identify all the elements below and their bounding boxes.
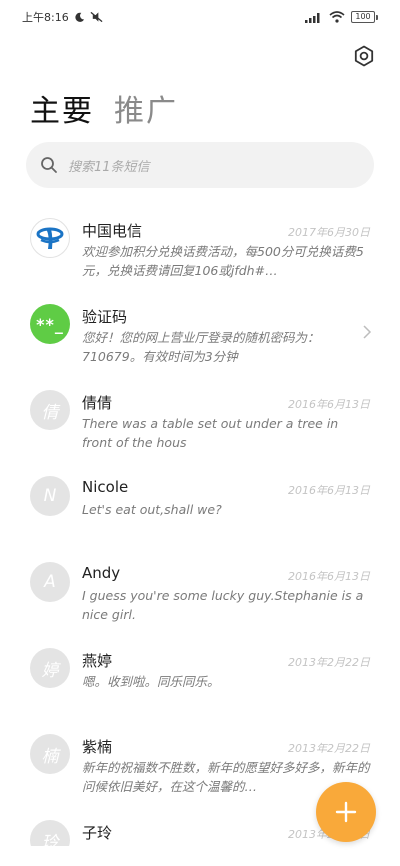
search-input[interactable]: 搜索11条短信 — [26, 142, 374, 188]
contact-name: 燕婷 — [82, 652, 113, 670]
conversation-row[interactable]: 婷 燕婷 2013年2月22日 嗯。收到啦。同乐同乐。 — [0, 634, 400, 720]
avatar: 楠 — [30, 734, 70, 774]
avatar: 玲 — [30, 820, 70, 846]
avatar: **_ — [30, 304, 70, 344]
search-icon — [41, 157, 57, 173]
contact-name: 验证码 — [82, 308, 128, 326]
wifi-icon — [329, 11, 345, 23]
message-date: 2016年6月13日 — [288, 570, 370, 583]
battery-level: 100 — [351, 11, 375, 23]
conversation-row[interactable]: A Andy 2016年6月13日 I guess you're some lu… — [0, 548, 400, 634]
message-preview: There was a table set out under a tree i… — [82, 416, 339, 450]
message-preview: 您好！您的网上营业厅登录的随机密码为：710679。有效时间为3分钟 — [82, 330, 320, 364]
plus-icon — [335, 801, 357, 823]
conversation-row[interactable]: 倩 倩倩 2016年6月13日 There was a table set ou… — [0, 376, 400, 462]
status-bar: 上午8:16 100 — [0, 0, 400, 34]
contact-name: Andy — [82, 564, 121, 582]
contact-name: 子玲 — [82, 824, 113, 842]
message-date: 2016年6月13日 — [288, 484, 370, 497]
gear-icon — [354, 45, 374, 67]
contact-name: 倩倩 — [82, 394, 113, 412]
china-telecom-logo-icon — [30, 218, 70, 258]
mute-icon — [90, 11, 103, 23]
avatar: 婷 — [30, 648, 70, 688]
message-preview: 欢迎参加积分兑换话费活动，每500分可兑换话费5元，兑换话费请回复106或jfd… — [82, 244, 364, 278]
avatar: A — [30, 562, 70, 602]
tab-primary[interactable]: 主要 — [30, 86, 94, 130]
conversation-row[interactable]: N Nicole 2016年6月13日 Let's eat out,shall … — [0, 462, 400, 548]
message-preview: I guess you're some lucky guy.Stephanie … — [82, 588, 364, 622]
contact-name: 中国电信 — [82, 222, 143, 240]
moon-icon — [75, 12, 84, 22]
avatar: 倩 — [30, 390, 70, 430]
message-date: 2017年6月30日 — [288, 226, 370, 239]
message-preview: Let's eat out,shall we? — [82, 502, 222, 517]
battery-icon: 100 — [351, 11, 378, 23]
tab-promotions[interactable]: 推广 — [114, 86, 178, 130]
message-date: 2013年2月22日 — [288, 742, 370, 755]
status-time: 上午8:16 — [22, 11, 69, 24]
avatar: N — [30, 476, 70, 516]
message-date: 2013年2月22日 — [288, 656, 370, 669]
status-right: 100 — [305, 11, 378, 23]
contact-name: Nicole — [82, 478, 129, 496]
signal-icon — [305, 13, 320, 23]
search-placeholder: 搜索11条短信 — [68, 159, 150, 175]
message-date: 2016年6月13日 — [288, 398, 370, 411]
contact-name: 紫楠 — [82, 738, 113, 756]
conversation-row[interactable]: **_ 验证码 您好！您的网上营业厅登录的随机密码为：710679。有效时间为3… — [0, 290, 400, 376]
conversation-list: 中国电信 2017年6月30日 欢迎参加积分兑换话费活动，每500分可兑换话费5… — [0, 204, 400, 846]
message-preview: 嗯。收到啦。同乐同乐。 — [82, 674, 220, 689]
new-message-button[interactable] — [316, 782, 376, 842]
tab-bar: 主要 推广 — [30, 86, 178, 130]
settings-button[interactable] — [352, 44, 376, 68]
status-left: 上午8:16 — [22, 9, 103, 25]
conversation-row[interactable]: 中国电信 2017年6月30日 欢迎参加积分兑换话费活动，每500分可兑换话费5… — [0, 204, 400, 290]
chevron-right-icon[interactable] — [362, 324, 372, 340]
